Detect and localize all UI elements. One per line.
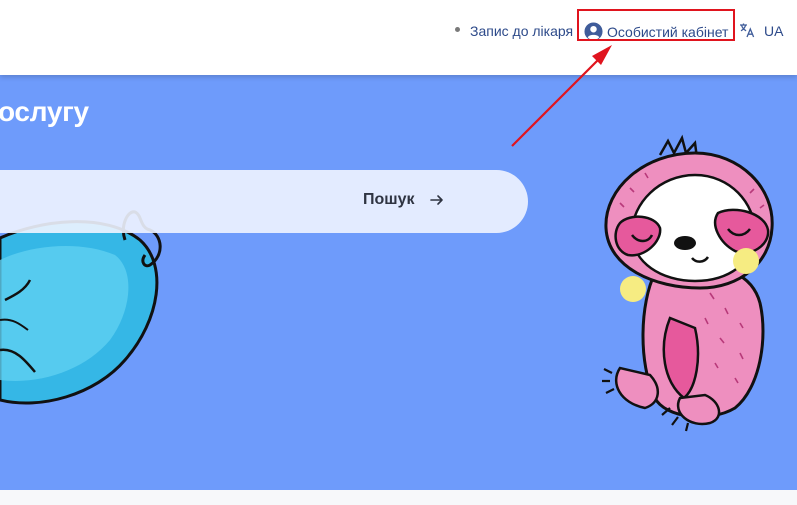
page: Запис до лікаря Особистий кабінет UA осл… xyxy=(0,0,797,505)
annotation-arrow xyxy=(511,45,612,147)
